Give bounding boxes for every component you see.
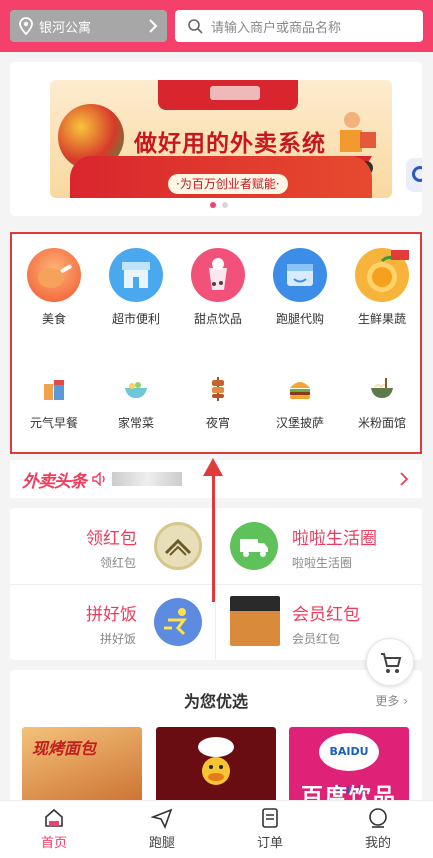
category-noodles[interactable]: 米粉面馆	[342, 362, 422, 431]
send-icon	[151, 808, 173, 829]
bread-image	[230, 596, 280, 646]
category-burger-pizza[interactable]: 汉堡披萨	[260, 362, 340, 431]
banner-carousel[interactable]: 做好用的外卖系统 ·为百万创业者赋能·	[10, 62, 422, 216]
category-label: 夜宵	[205, 416, 230, 430]
category-errand[interactable]: 跑腿代购	[260, 248, 340, 327]
promo-title: 拼好饭	[86, 605, 137, 625]
profile-icon	[369, 808, 387, 828]
store-card[interactable]: 现烤面包	[22, 727, 142, 810]
promo-grid: 领红包 领红包 啦啦生活圈 啦啦生活圈 拼好饭 拼好饭 会员红包 会员红包	[10, 508, 422, 660]
search-placeholder: 请输入商户或商品名称	[211, 20, 342, 36]
category-home-cooking[interactable]: 家常菜	[96, 362, 176, 431]
category-label: 米粉面馆	[357, 416, 406, 430]
category-late-night[interactable]: 夜宵	[178, 362, 258, 431]
location-label: 银河公寓	[39, 20, 92, 36]
category-dessert[interactable]: 甜点饮品	[178, 248, 258, 327]
news-brand: 外卖头条	[22, 471, 87, 492]
tab-errand[interactable]: 跑腿	[108, 801, 216, 858]
search-input[interactable]: 请输入商户或商品名称	[175, 10, 423, 42]
section-title: 为您优选	[183, 692, 248, 711]
search-icon	[188, 19, 203, 34]
promo-title: 领红包	[86, 529, 137, 549]
carousel-dots	[210, 202, 228, 208]
orange-icon	[355, 248, 409, 302]
tab-label: 首页	[40, 836, 67, 851]
cart-button[interactable]	[366, 638, 414, 686]
runner-icon	[154, 598, 202, 646]
noodle-icon	[369, 376, 395, 402]
bottom-tab-bar: 首页 跑腿 订单 我的	[0, 800, 433, 858]
promo-title: 啦啦生活圈	[292, 529, 377, 549]
category-label: 元气早餐	[29, 416, 78, 430]
promo-red-packet[interactable]: 领红包 领红包	[10, 508, 210, 584]
promo-group-meal[interactable]: 拼好饭 拼好饭	[10, 584, 210, 660]
promo-subtitle: 啦啦生活圈	[292, 556, 353, 570]
recommended-section: 为您优选 更多 › 现烤面包 BAIDU drink 百度饮品	[10, 670, 422, 810]
category-fresh[interactable]: 生鲜果蔬	[342, 248, 422, 327]
category-label: 家常菜	[117, 416, 154, 430]
order-list-icon	[262, 808, 278, 828]
delivery-box-icon	[273, 248, 327, 302]
category-food[interactable]: 美食	[14, 248, 94, 327]
location-pin-icon	[19, 17, 33, 35]
tab-label: 我的	[364, 836, 391, 851]
more-link[interactable]: 更多 ›	[375, 692, 408, 709]
tab-label: 订单	[256, 836, 283, 851]
milk-tea-icon	[191, 248, 245, 302]
banner-blurred-text	[210, 86, 260, 100]
speaker-icon	[92, 472, 105, 486]
promo-subtitle: 领红包	[100, 556, 137, 570]
cart-icon	[381, 653, 402, 673]
carousel-dot-active	[210, 202, 216, 208]
fried-chicken-icon	[27, 248, 81, 302]
promo-subtitle: 拼好饭	[100, 632, 137, 646]
annotation-arrow-head	[203, 458, 223, 476]
category-label: 汉堡披萨	[275, 416, 324, 430]
store-card[interactable]: BAIDU drink 百度饮品	[289, 727, 409, 810]
promo-life-circle[interactable]: 啦啦生活圈 啦啦生活圈	[216, 508, 416, 584]
next-slide-peek	[406, 158, 422, 192]
category-label: 超市便利	[111, 312, 160, 326]
more-label: 更多	[375, 694, 400, 708]
category-breakfast[interactable]: 元气早餐	[14, 362, 94, 431]
tab-profile[interactable]: 我的	[324, 801, 432, 858]
banner-headline: 做好用的外卖系统	[134, 131, 326, 157]
category-label: 美食	[41, 312, 66, 326]
burger-icon	[287, 376, 313, 402]
banner-slide[interactable]: 做好用的外卖系统 ·为百万创业者赋能·	[50, 80, 392, 198]
category-supermarket[interactable]: 超市便利	[96, 248, 176, 327]
store-card[interactable]	[156, 727, 276, 810]
baidu-drink-logo: BAIDU drink	[319, 733, 379, 796]
chevron-right-icon	[400, 472, 408, 486]
tab-label: 跑腿	[148, 836, 175, 851]
news-blurred-text	[112, 472, 182, 486]
skewer-icon	[205, 376, 231, 402]
tab-home[interactable]: 首页	[0, 801, 108, 858]
top-bar: 银河公寓 请输入商户或商品名称	[0, 0, 433, 52]
carousel-dot	[222, 202, 228, 208]
promo-subtitle: 会员红包	[292, 632, 341, 646]
category-label: 甜点饮品	[193, 312, 242, 326]
home-icon	[45, 808, 63, 827]
red-packet-icon	[154, 522, 202, 570]
store-card-text: 现烤面包	[32, 739, 97, 758]
store-icon	[109, 248, 163, 302]
tab-orders[interactable]: 订单	[216, 801, 324, 858]
annotation-arrow-line	[212, 462, 215, 602]
breakfast-icon	[41, 376, 67, 402]
bowl-icon	[123, 376, 149, 402]
delivery-truck-icon	[230, 522, 278, 570]
banner-slogan: ·为百万创业者赋能·	[168, 174, 288, 194]
category-label: 生鲜果蔬	[357, 312, 406, 326]
promo-title: 会员红包	[292, 605, 360, 625]
chevron-right-icon	[149, 19, 158, 33]
duck-chef-logo	[198, 737, 234, 785]
location-selector[interactable]: 银河公寓	[10, 10, 167, 42]
category-label: 跑腿代购	[275, 312, 324, 326]
category-grid: 美食 超市便利 甜点饮品 跑腿代购 生鲜果蔬 元气早餐 家常菜 夜宵 汉堡披萨 …	[10, 232, 422, 454]
